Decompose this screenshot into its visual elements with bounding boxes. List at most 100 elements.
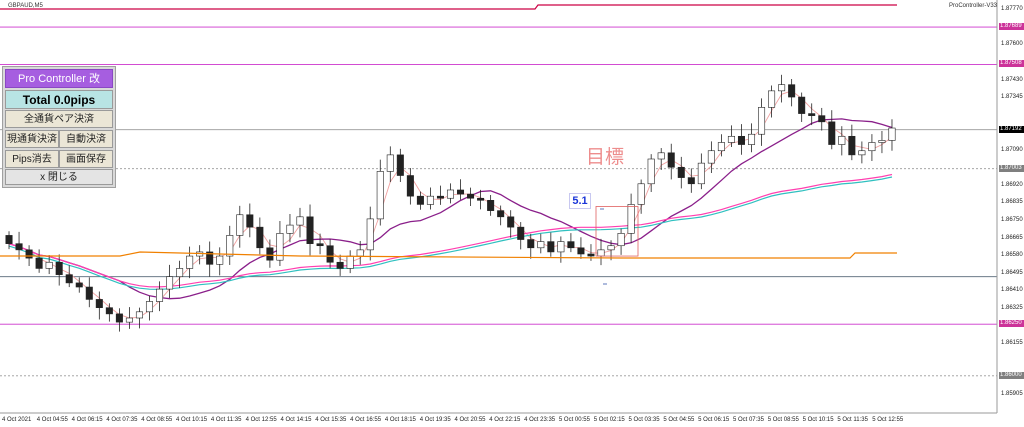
time-axis-label: 4 Oct 15:35 (315, 417, 347, 423)
price-axis-label: 1.86835 (1001, 199, 1023, 206)
candle-body (667, 152, 675, 168)
candle-body (677, 166, 685, 178)
candle-body (477, 197, 485, 201)
candle-body (848, 135, 856, 156)
time-axis-label: 4 Oct 19:35 (419, 417, 451, 423)
candle-body (727, 135, 735, 143)
time-axis-label: 4 Oct 10:15 (176, 417, 208, 423)
candle-body (436, 195, 444, 199)
time-axis-label: 5 Oct 12:55 (872, 417, 904, 423)
candle-body (145, 301, 153, 313)
candle-body (748, 133, 756, 145)
save-screen-button[interactable]: 画面保存 (59, 150, 113, 168)
price-tag: 1.87689 (999, 23, 1024, 31)
candle-body (246, 214, 254, 228)
candle-body (798, 96, 806, 114)
time-axis-label: 4 Oct 07:35 (106, 417, 138, 423)
candle-body (818, 115, 826, 123)
price-axis-label: 1.87090 (1001, 146, 1023, 153)
price-tag: 1.87192 (999, 125, 1024, 133)
candle-body (236, 214, 244, 236)
candle-body (166, 276, 174, 290)
price-axis-label: 1.86920 (1001, 181, 1023, 188)
close-panel-button[interactable]: x 閉じる (5, 169, 113, 185)
candle-body (266, 247, 274, 261)
candle-body (306, 216, 314, 244)
pips-clear-button[interactable]: Pips消去 (5, 150, 59, 168)
candle-body (657, 152, 665, 160)
auto-settle-button[interactable]: 自動決済 (59, 130, 113, 148)
candle-body (627, 204, 635, 234)
candle-body (176, 268, 184, 278)
total-pips-display: Total 0.0pips (5, 90, 113, 109)
candle-body (296, 216, 304, 226)
candle-body (717, 142, 725, 152)
candle-body (95, 299, 103, 308)
candle-body (737, 135, 745, 145)
candle-body (567, 241, 575, 249)
price-axis-label: 1.86665 (1001, 234, 1023, 241)
candle-body (316, 243, 324, 247)
price-axis-label: 1.86410 (1001, 287, 1023, 294)
price-axis-label: 1.87770 (1001, 6, 1023, 13)
symbol-label: GBPAUD,M5 (8, 3, 43, 9)
candle-body (517, 226, 525, 240)
candle-body (828, 121, 836, 145)
candle-body (587, 253, 595, 257)
price-axis-label: 1.86750 (1001, 216, 1023, 223)
price-axis-label: 1.86325 (1001, 304, 1023, 311)
candle-body (85, 286, 93, 300)
price-tag: 1.86250 (999, 320, 1024, 328)
candle-body (125, 317, 133, 323)
candle-body (135, 311, 143, 319)
price-tag: 1.86000 (999, 371, 1024, 379)
time-axis-label: 4 Oct 04:55 (36, 417, 68, 423)
time-axis-label: 5 Oct 03:35 (628, 417, 660, 423)
candle-body (537, 241, 545, 249)
candle-body (457, 189, 465, 195)
candle-body (507, 216, 515, 228)
time-axis-label: 5 Oct 10:15 (802, 417, 834, 423)
candle-body (216, 255, 224, 265)
candle-body (186, 255, 194, 269)
candle-body (156, 288, 164, 302)
settle-all-pairs-button[interactable]: 全通貨ペア決済 (5, 110, 113, 128)
price-axis-label: 1.87345 (1001, 94, 1023, 101)
time-axis-label: 4 Oct 20:55 (454, 417, 486, 423)
time-axis-label: 4 Oct 06:15 (71, 417, 103, 423)
candle-body (286, 224, 294, 234)
candle-body (557, 241, 565, 253)
candle-body (416, 195, 424, 205)
version-label: ProController-V33 (949, 3, 998, 9)
time-axis-label: 5 Oct 07:35 (732, 417, 764, 423)
candle-body (406, 175, 414, 197)
candle-body (446, 189, 455, 199)
candle-body (647, 158, 655, 185)
time-axis-label: 5 Oct 04:55 (663, 417, 695, 423)
candle-body (326, 245, 334, 263)
candle-body (497, 210, 505, 218)
candle-body (778, 84, 786, 92)
candle-body (366, 218, 374, 251)
time-axis-label: 4 Oct 2021 (2, 417, 32, 423)
time-axis-label: 4 Oct 23:35 (524, 417, 556, 423)
candle-body (346, 255, 354, 269)
settle-current-pair-button[interactable]: 現通貨決済 (5, 130, 59, 148)
goal-annotation: 目標 (586, 146, 625, 168)
candle-body (697, 162, 705, 185)
candle-body (396, 154, 404, 176)
candle-body (45, 261, 53, 269)
time-axis-label: 4 Oct 18:15 (384, 417, 416, 423)
panel-title-button[interactable]: Pro Controller 改 (5, 69, 113, 88)
pips-marker: 5.1 (569, 193, 591, 209)
candle-body (15, 243, 23, 251)
candle-body (35, 257, 43, 269)
candle-body (487, 200, 495, 211)
candle-body (878, 140, 886, 143)
candle-body (336, 261, 344, 269)
candle-body (226, 235, 234, 257)
time-axis-label: 4 Oct 14:15 (280, 417, 312, 423)
candle-body (607, 245, 615, 251)
candle-body (356, 249, 364, 257)
price-chart[interactable] (0, 0, 1024, 427)
